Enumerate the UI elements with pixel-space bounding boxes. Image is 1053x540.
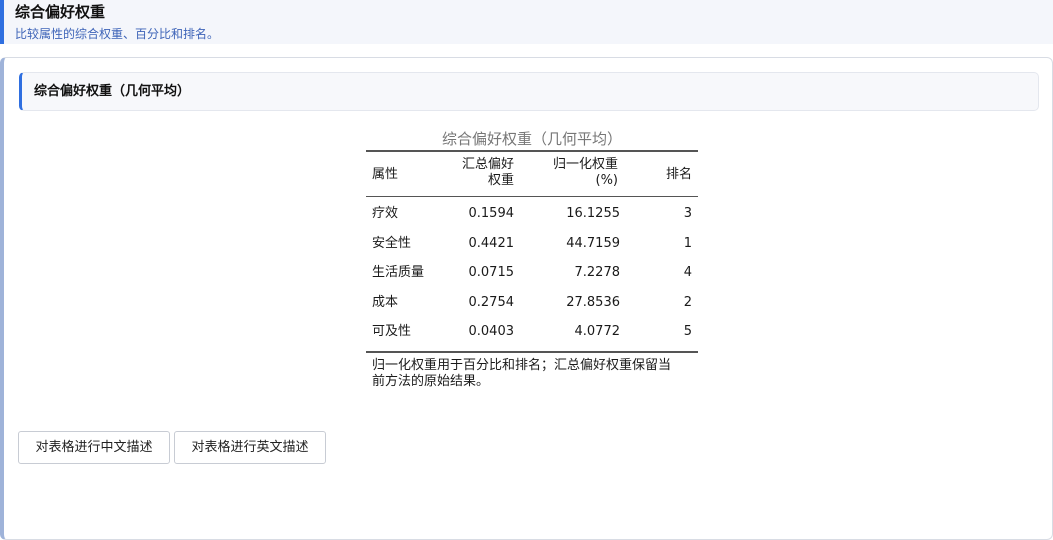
cell-rank: 3 xyxy=(683,206,692,221)
table-row: 可及性 0.0403 4.0772 5 xyxy=(366,318,698,348)
cell-rank: 2 xyxy=(683,294,692,310)
section-header: 综合偏好权重（几何平均） xyxy=(19,72,1039,111)
cell-normalized-weight: 7.2278 xyxy=(574,265,621,280)
column-header-normalized-weight-line1: 归一化权重 xyxy=(552,157,618,172)
describe-table-english-button[interactable]: 对表格进行英文描述 xyxy=(174,431,326,464)
column-header-normalized-weight-line2: (%) xyxy=(595,173,619,188)
column-header-rank: 排名 xyxy=(665,167,692,182)
column-header-pref-weight: 汇总偏好 权重 xyxy=(452,157,514,189)
cell-normalized-weight: 4.0772 xyxy=(574,324,621,339)
cell-rank: 5 xyxy=(683,324,692,339)
column-header-attribute: 属性 xyxy=(372,167,399,182)
describe-table-chinese-button[interactable]: 对表格进行中文描述 xyxy=(18,431,170,464)
cell-pref-weight: 0.2754 xyxy=(468,294,515,310)
section-title: 综合偏好权重（几何平均） xyxy=(34,84,191,99)
table-row: 疗效 0.1594 16.1255 3 xyxy=(366,200,698,230)
cell-normalized-weight: 44.7159 xyxy=(566,235,620,251)
table-row: 生活质量 0.0715 7.2278 4 xyxy=(366,259,698,289)
cell-normalized-weight: 16.1255 xyxy=(566,206,620,221)
result-card: 综合偏好权重（几何平均） 综合偏好权重（几何平均） 属性 汇总偏好 权重 归一化… xyxy=(0,57,1053,540)
cell-rank: 4 xyxy=(683,265,692,280)
table-header: 属性 汇总偏好 权重 归一化权重 (%) 排名 xyxy=(366,152,698,197)
table-row: 成本 0.2754 27.8536 2 xyxy=(366,289,698,319)
weights-table: 综合偏好权重（几何平均） 属性 汇总偏好 权重 归一化权重 (%) 排名 疗效 … xyxy=(366,128,698,390)
column-header-pref-weight-line1: 汇总偏好 xyxy=(461,157,514,172)
table-body: 疗效 0.1594 16.1255 3 安全性 0.4421 44.7159 1… xyxy=(366,200,698,348)
page-subtitle: 比较属性的综合权重、百分比和排名。 xyxy=(15,27,220,41)
table-note: 归一化权重用于百分比和排名；汇总偏好权重保留当前方法的原始结果。 xyxy=(372,357,672,389)
cell-pref-weight: 0.1594 xyxy=(468,206,515,221)
cell-pref-weight: 0.0715 xyxy=(468,265,515,280)
table-caption: 综合偏好权重（几何平均） xyxy=(441,130,622,148)
column-header-pref-weight-line2: 权重 xyxy=(487,173,514,188)
cell-attribute: 成本 xyxy=(372,294,399,310)
cell-rank: 1 xyxy=(683,235,692,251)
cell-pref-weight: 0.0403 xyxy=(468,324,515,339)
table-row: 安全性 0.4421 44.7159 1 xyxy=(366,230,698,260)
cell-attribute: 疗效 xyxy=(372,206,399,221)
page-header: 综合偏好权重 比较属性的综合权重、百分比和排名。 xyxy=(0,0,1053,44)
cell-pref-weight: 0.4421 xyxy=(468,235,515,251)
cell-attribute: 可及性 xyxy=(372,324,412,339)
cell-attribute: 安全性 xyxy=(372,235,412,251)
cell-attribute: 生活质量 xyxy=(372,265,425,280)
column-header-normalized-weight: 归一化权重 (%) xyxy=(526,157,618,189)
page-title: 综合偏好权重 xyxy=(15,3,106,21)
cell-normalized-weight: 27.8536 xyxy=(566,294,620,310)
